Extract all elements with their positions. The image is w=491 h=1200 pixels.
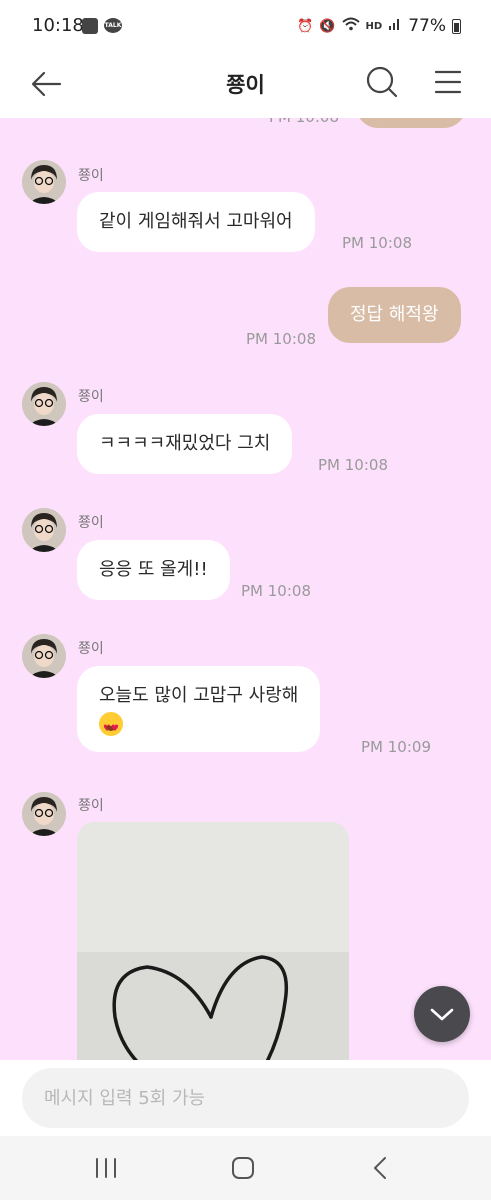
message-input-bar [0, 1060, 491, 1136]
signal-icon [388, 17, 402, 35]
avatar[interactable] [22, 508, 66, 552]
home-icon[interactable] [225, 1150, 261, 1186]
chat-title: 쭁이 [226, 73, 265, 97]
talk-notification-icon: TALK [104, 18, 122, 33]
heart-eyes-emoji-icon [99, 712, 123, 743]
battery-icon [452, 18, 461, 34]
system-status-icons: ⏰ 🔇 HD 77% [297, 16, 461, 36]
hd-voice-icon: HD [365, 20, 383, 32]
menu-icon[interactable] [430, 64, 466, 100]
message-time: PM 10:08 [246, 330, 316, 348]
partial-outgoing-bubble [356, 118, 466, 128]
status-bar: 10:18 TALK ⏰ 🔇 HD 77% [0, 0, 491, 52]
message-text: 오늘도 많이 고맙구 사랑해 [99, 685, 299, 706]
avatar[interactable] [22, 160, 66, 204]
message-time: PM 10:08 [318, 456, 388, 474]
mute-icon: 🔇 [319, 18, 336, 34]
battery-percentage: 77% [408, 16, 446, 36]
wifi-icon [341, 17, 360, 35]
avatar[interactable] [22, 634, 66, 678]
recent-apps-icon[interactable] [88, 1150, 124, 1186]
sender-name: 쭁이 [78, 168, 104, 184]
chevron-down-icon [430, 1008, 454, 1021]
heart-drawing-photo[interactable] [77, 822, 349, 1060]
incoming-message-bubble[interactable]: ㅋㅋㅋㅋ재밌었다 그치 [77, 414, 293, 474]
message-time: PM 10:08 [342, 234, 412, 252]
incoming-message-bubble[interactable]: 같이 게임해줘서 고마워어 [77, 192, 315, 252]
outgoing-message-bubble[interactable]: 정답 해적왕 [328, 287, 461, 343]
incoming-message-bubble[interactable]: 응응 또 올게!! [77, 540, 230, 600]
chat-message-list[interactable]: PM 10:08 쭁이 같이 게임해줘서 고마워어 PM 10:08 정답 해적… [0, 118, 491, 1060]
message-time: PM 10:08 [241, 582, 311, 600]
search-icon[interactable] [364, 64, 400, 100]
avatar[interactable] [22, 792, 66, 836]
sender-name: 쭁이 [78, 798, 104, 814]
sender-name: 쭁이 [78, 389, 104, 405]
back-nav-icon[interactable] [363, 1150, 399, 1186]
message-time: PM 10:08 [269, 118, 339, 126]
message-time: PM 10:09 [361, 738, 431, 756]
incoming-message-bubble[interactable]: 오늘도 많이 고맙구 사랑해 [77, 666, 321, 752]
notification-icons: TALK [82, 18, 122, 34]
gallery-notification-icon [82, 18, 98, 34]
message-input[interactable] [22, 1068, 469, 1128]
sender-name: 쭁이 [78, 515, 104, 531]
scroll-to-bottom-button[interactable] [414, 986, 470, 1042]
sender-name: 쭁이 [78, 641, 104, 657]
status-time: 10:18 [32, 15, 84, 36]
system-navigation-bar [0, 1136, 491, 1200]
alarm-icon: ⏰ [297, 18, 314, 34]
chat-header: 쭁이 [0, 52, 491, 118]
avatar[interactable] [22, 382, 66, 426]
